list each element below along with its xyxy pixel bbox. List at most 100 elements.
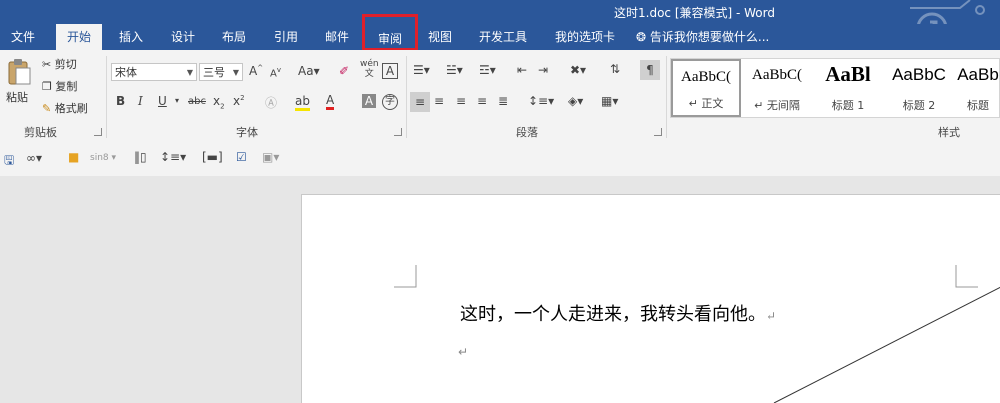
align-right-icon[interactable]: ≡ xyxy=(456,94,466,108)
tab-mailings[interactable]: 邮件 xyxy=(314,24,360,50)
save-icon[interactable]: 🖫 xyxy=(4,151,14,172)
tab-references[interactable]: 引用 xyxy=(263,24,309,50)
column-icon[interactable]: ‖▯ xyxy=(134,150,147,164)
paste-icon xyxy=(8,59,31,85)
checkbox-icon[interactable]: ☑ xyxy=(236,150,247,164)
bracket-icon[interactable]: [▬] xyxy=(202,150,223,164)
clipboard-launcher-icon[interactable] xyxy=(94,128,102,136)
paragraph-group-label: 段落 xyxy=(516,126,538,139)
paragraph-text: 这时，一个人走进来，我转头看向他。 xyxy=(460,304,766,325)
chinese-layout-icon[interactable]: ✖▾ xyxy=(570,63,586,77)
character-border-icon[interactable]: A xyxy=(382,63,398,79)
shading-icon[interactable]: ◈▾ xyxy=(568,94,583,108)
justify-icon[interactable]: ≡ xyxy=(477,94,487,108)
phonetic-guide-icon[interactable]: wén 文 xyxy=(360,59,379,79)
format-painter-label: 格式刷 xyxy=(54,102,88,115)
cut-label: 剪切 xyxy=(54,58,77,71)
ribbon-tabs: 文件 开始 插入 设计 布局 引用 邮件 审阅 视图 开发工具 我的选项卡 ❂ … xyxy=(0,14,1000,51)
tab-home[interactable]: 开始 xyxy=(56,24,102,50)
infinity-icon[interactable]: ∞▾ xyxy=(26,151,42,165)
character-shading-icon[interactable]: A xyxy=(362,94,376,108)
ribbon-home: 粘贴 ✂ 剪切 ❐ 复制 ✎ 格式刷 剪贴板 宋体 ▼ 三号 ▼ A^ Av Aa▾… xyxy=(0,50,1000,143)
underline-dropdown-icon[interactable]: ▾ xyxy=(175,96,179,105)
image-icon[interactable]: ▣▾ xyxy=(262,150,279,164)
tab-review[interactable]: 审阅 xyxy=(362,14,418,51)
font-name-select[interactable]: 宋体 ▼ xyxy=(111,63,197,81)
enclose-characters-icon[interactable]: 字 xyxy=(382,94,398,110)
scissors-icon: ✂ xyxy=(42,58,52,71)
copy-button[interactable]: ❐ 复制 xyxy=(42,78,77,94)
distributed-icon[interactable]: ≣ xyxy=(498,94,508,108)
folder-icon[interactable]: ■ xyxy=(68,150,79,164)
multilevel-list-icon[interactable]: ☲▾ xyxy=(479,63,496,77)
tab-developer[interactable]: 开发工具 xyxy=(470,24,536,50)
tab-insert[interactable]: 插入 xyxy=(108,24,154,50)
tab-layout[interactable]: 布局 xyxy=(211,24,257,50)
divider xyxy=(106,56,107,138)
divider xyxy=(406,56,407,138)
underline-icon[interactable]: U xyxy=(158,94,167,108)
clear-formatting-icon[interactable]: ✐ xyxy=(339,64,349,78)
tell-me-box[interactable]: ❂ 告诉我你想要做什么... xyxy=(636,24,776,50)
highlight-icon[interactable]: ab xyxy=(295,94,310,111)
sort-icon[interactable]: ⇅ xyxy=(610,62,620,76)
phonetic-guide-top: wén xyxy=(360,59,379,69)
font-launcher-icon[interactable] xyxy=(394,128,402,136)
tab-my-tab[interactable]: 我的选项卡 xyxy=(548,24,622,50)
align-center-icon[interactable]: ≡ xyxy=(434,94,444,108)
page-corner-marks xyxy=(394,265,1000,403)
cut-button[interactable]: ✂ 剪切 xyxy=(42,56,77,72)
increase-indent-icon[interactable]: ⇥ xyxy=(538,63,548,77)
font-group-label: 字体 xyxy=(236,126,258,139)
font-size-select[interactable]: 三号 ▼ xyxy=(199,63,243,81)
line-spacing-icon[interactable]: ↕≡▾ xyxy=(160,150,186,164)
style-heading-2[interactable]: AaBbC 标题 2 xyxy=(885,59,953,117)
line-spacing-icon[interactable]: ↕≡▾ xyxy=(528,94,554,108)
document-text-line[interactable]: 这时，一个人走进来，我转头看向他。↵ xyxy=(460,300,776,326)
style-no-spacing[interactable]: AaBbC( ↵ 无间隔 xyxy=(743,59,811,117)
style-sample: AaBbC xyxy=(892,65,946,84)
font-size-value: 三号 xyxy=(203,66,225,79)
divider xyxy=(666,56,667,138)
style-sample: AaBbC( xyxy=(752,67,802,83)
bullets-icon[interactable]: ☰▾ xyxy=(413,63,430,77)
subscript-icon[interactable]: x2 xyxy=(213,94,225,110)
align-left-icon[interactable]: ≡ xyxy=(410,92,430,112)
clipboard-group-label: 剪贴板 xyxy=(24,126,57,139)
paste-label: 粘贴 xyxy=(6,91,28,104)
italic-icon[interactable]: I xyxy=(138,94,143,108)
numbering-icon[interactable]: ☱▾ xyxy=(446,63,463,77)
style-title[interactable]: AaBb 标题 xyxy=(955,59,1000,117)
font-color-icon[interactable]: A xyxy=(326,93,335,110)
tab-view[interactable]: 视图 xyxy=(418,24,462,50)
superscript-icon[interactable]: x2 xyxy=(233,94,245,108)
document-area: 这时，一个人走进来，我转头看向他。↵ ↵ xyxy=(0,176,1000,403)
style-name: 标题 xyxy=(967,99,989,112)
document-page[interactable]: 这时，一个人走进来，我转头看向他。↵ ↵ xyxy=(301,194,1000,403)
bold-icon[interactable]: B xyxy=(116,94,125,108)
show-marks-icon[interactable]: ¶ xyxy=(640,60,660,80)
tab-file[interactable]: 文件 xyxy=(2,24,44,50)
tab-design[interactable]: 设计 xyxy=(160,24,206,50)
paste-button[interactable]: 粘贴 xyxy=(6,58,36,114)
font-sample-dropdown[interactable]: sin8 ▾ xyxy=(90,153,116,163)
strikethrough-icon[interactable]: abc xyxy=(188,96,206,107)
style-heading-1[interactable]: AaBl 标题 1 xyxy=(813,59,883,117)
paragraph-launcher-icon[interactable] xyxy=(654,128,662,136)
quick-access-toolbar: 🖫 ∞▾ ■ sin8 ▾ ‖▯ ↕≡▾ [▬] ☑ ▣▾ xyxy=(0,142,1000,177)
shrink-font-icon[interactable]: Av xyxy=(270,66,281,79)
text-effects-icon[interactable]: Ⓐ xyxy=(265,94,277,111)
empty-paragraph-mark: ↵ xyxy=(458,345,469,359)
window-title: 这时1.doc [兼容模式] - Word xyxy=(614,6,775,20)
format-painter-button[interactable]: ✎ 格式刷 xyxy=(42,100,88,116)
style-name: ↵ 无间隔 xyxy=(754,99,800,112)
style-name: 标题 1 xyxy=(831,99,865,112)
chevron-down-icon: ▼ xyxy=(186,68,193,77)
grow-font-icon[interactable]: A^ xyxy=(249,64,263,78)
change-case-icon[interactable]: Aa▾ xyxy=(298,64,320,78)
style-name: ↵ 正文 xyxy=(688,97,724,110)
style-name: 标题 2 xyxy=(902,99,936,112)
decrease-indent-icon[interactable]: ⇤ xyxy=(517,63,527,77)
borders-icon[interactable]: ▦▾ xyxy=(601,94,618,108)
style-normal[interactable]: AaBbC( ↵ 正文 xyxy=(671,59,741,117)
